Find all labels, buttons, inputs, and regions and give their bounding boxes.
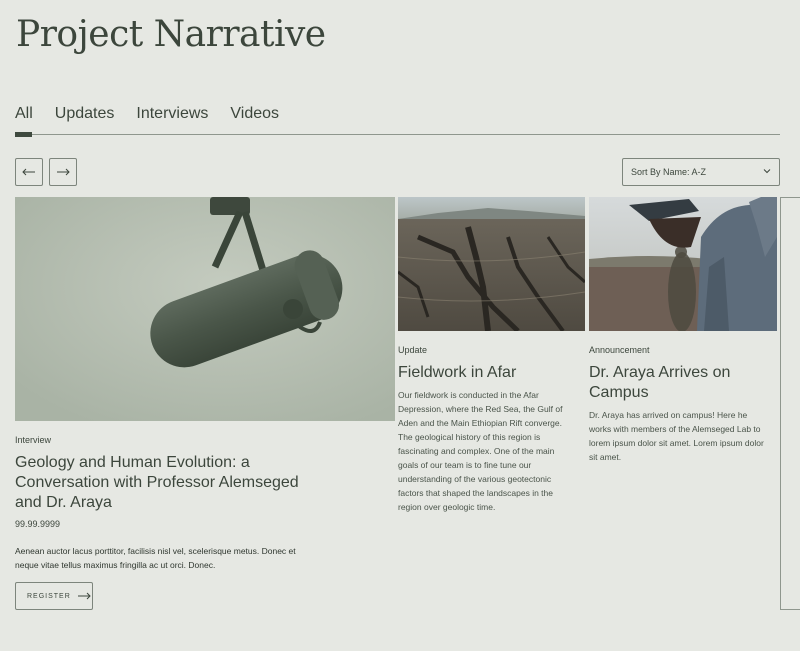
card-title[interactable]: Fieldwork in Afar (398, 363, 578, 383)
tab-all[interactable]: All (15, 104, 33, 137)
field-researcher-image[interactable] (589, 197, 777, 331)
arrow-right-icon (77, 592, 91, 600)
arrow-right-icon (57, 168, 70, 176)
event-date: 99.99.9999 (15, 519, 61, 529)
card-title[interactable]: Geology and Human Evolution: a Conversat… (15, 453, 305, 513)
register-label: REGISTER (27, 592, 71, 600)
chevron-down-icon (763, 169, 771, 174)
filter-tabs: All Updates Interviews Videos (15, 104, 780, 137)
card-title[interactable]: Dr. Araya Arrives on Campus (589, 363, 759, 403)
sort-dropdown[interactable]: Sort By Name: A-Z (622, 158, 780, 186)
card-description: Dr. Araya has arrived on campus! Here he… (589, 410, 764, 462)
register-button[interactable]: REGISTER (15, 582, 93, 610)
card-description: Our fieldwork is conducted in the Afar D… (398, 390, 563, 512)
card-kicker: Announcement (589, 345, 650, 355)
next-card-preview[interactable] (780, 197, 800, 610)
arrow-left-icon (22, 168, 35, 176)
tab-videos[interactable]: Videos (230, 104, 279, 135)
card-kicker: Update (398, 345, 428, 355)
sort-label: Sort By Name: A-Z (631, 167, 707, 177)
previous-button[interactable] (15, 158, 43, 186)
microphone-image[interactable] (15, 197, 395, 421)
tab-updates[interactable]: Updates (55, 104, 115, 135)
next-button[interactable] (49, 158, 77, 186)
page-title: Project Narrative (16, 14, 326, 55)
card-kicker: Interview (15, 435, 52, 445)
tab-interviews[interactable]: Interviews (136, 104, 208, 135)
card-description: Aenean auctor lacus porttitor, facilisis… (15, 546, 296, 570)
rift-landscape-image[interactable] (398, 197, 585, 331)
